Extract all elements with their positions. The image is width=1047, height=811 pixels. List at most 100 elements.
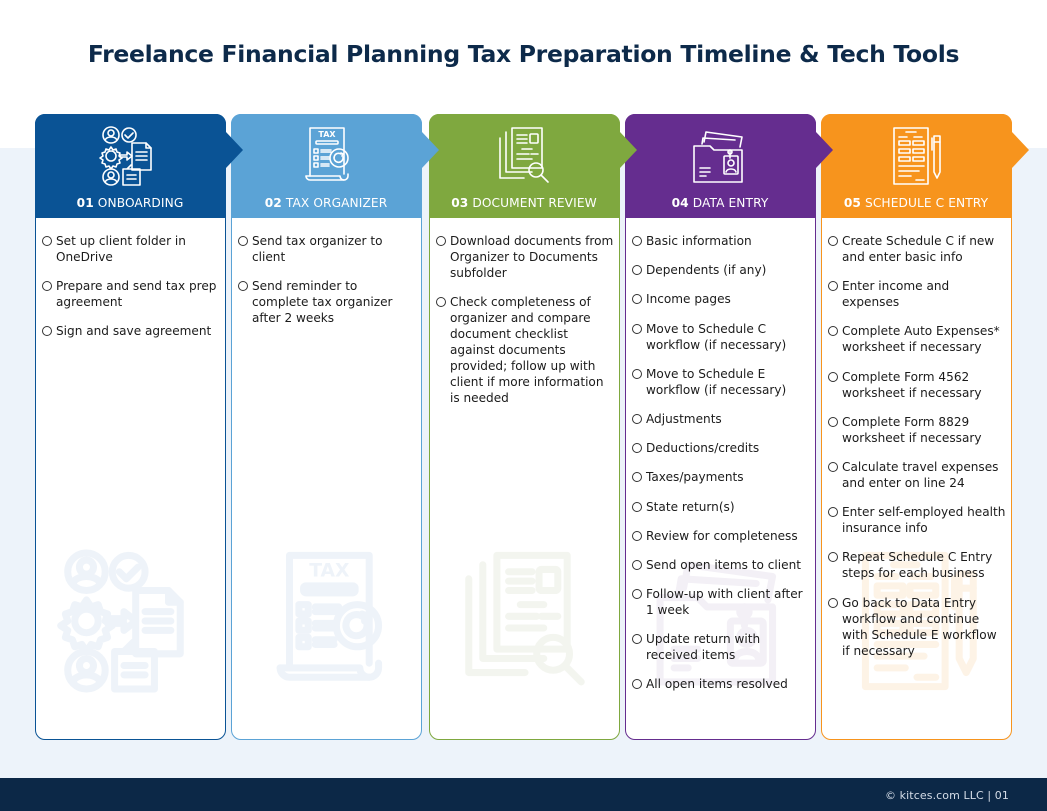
tax-document-icon: TAX	[294, 124, 358, 188]
checkbox-circle-icon[interactable]	[632, 589, 642, 600]
checklist-item-text: Update return with received items	[646, 632, 761, 663]
checkbox-circle-icon[interactable]	[42, 236, 52, 246]
checkbox-circle-icon[interactable]	[828, 552, 838, 563]
checklist-item-text: State return(s)	[646, 499, 735, 514]
checkbox-circle-icon[interactable]	[632, 559, 642, 570]
checkbox-circle-icon[interactable]	[828, 236, 838, 246]
step-label: TAX ORGANIZER	[285, 195, 388, 210]
checkbox-circle-icon[interactable]	[436, 236, 446, 246]
checklist: Send tax organizer to client Send reminde…	[238, 233, 417, 339]
checkbox-circle-icon[interactable]	[42, 326, 52, 337]
step-number: 01	[76, 195, 94, 210]
checklist-item-text: Basic information	[646, 234, 752, 248]
checklist-item-text: Send open items to client	[646, 557, 801, 572]
step-title: 04 DATA ENTRY	[625, 196, 816, 210]
checkbox-circle-icon[interactable]	[632, 236, 642, 246]
checklist-item-text: Enter self-employed health insurance inf…	[842, 505, 1006, 536]
footer: © kitces.com LLC | 01	[0, 778, 1047, 811]
onboarding-people-gear-watermark-icon	[56, 541, 206, 701]
step-header: 05 SCHEDULE C ENTRY	[820, 113, 1029, 218]
checklist-item: All open items resolved	[632, 676, 811, 692]
document-search-watermark-icon	[450, 541, 600, 701]
checklist-item-text: Download documents from Organizer to Doc…	[450, 234, 614, 280]
checkbox-circle-icon[interactable]	[632, 634, 642, 645]
step-header: TAX 02 TAX ORGANIZER	[230, 113, 439, 218]
checklist-item-text: Move to Schedule E workflow (if necessar…	[646, 366, 787, 397]
checklist-item: Basic information	[632, 233, 811, 249]
checklist-item-text: All open items resolved	[646, 677, 788, 692]
checkbox-circle-icon[interactable]	[632, 679, 642, 690]
checkbox-circle-icon[interactable]	[632, 323, 642, 334]
checklist-item: Complete Form 8829 worksheet if necessar…	[828, 414, 1007, 446]
step-header: 04 DATA ENTRY	[624, 113, 833, 218]
checkbox-circle-icon[interactable]	[632, 294, 642, 305]
checkbox-circle-icon[interactable]	[828, 416, 838, 427]
checklist-item-text: Sign and save agreement	[56, 324, 212, 339]
checklist-item: Complete Auto Expenses* worksheet if nec…	[828, 323, 1007, 355]
checkbox-circle-icon[interactable]	[828, 597, 838, 608]
checklist-item-text: Dependents (if any)	[646, 263, 767, 278]
checklist-item-text: Complete Auto Expenses* worksheet if nec…	[842, 324, 1000, 355]
checklist-item-text: Deductions/credits	[646, 441, 760, 456]
step-header: 03 DOCUMENT REVIEW	[428, 113, 637, 218]
checklist-item-text: Move to Schedule C workflow (if necessar…	[646, 321, 787, 352]
checkbox-circle-icon[interactable]	[632, 368, 642, 379]
checkbox-circle-icon[interactable]	[828, 326, 838, 337]
checklist-item: Income pages	[632, 291, 811, 307]
checkbox-circle-icon[interactable]	[436, 297, 446, 308]
arrow-right-icon	[1011, 131, 1029, 168]
tax-document-watermark-icon: TAX	[252, 541, 402, 701]
checkbox-circle-icon[interactable]	[632, 472, 642, 483]
checklist: Basic information Dependents (if any) Inco…	[632, 233, 811, 706]
checkbox-circle-icon[interactable]	[828, 507, 838, 518]
checkbox-circle-icon[interactable]	[632, 501, 642, 512]
step-number: 04	[671, 195, 689, 210]
checklist-item: Enter income and expenses	[828, 278, 1007, 310]
checklist-item: Sign and save agreement	[42, 323, 221, 339]
step-card-document-review: Download documents from Organizer to Doc…	[428, 113, 637, 740]
document-search-icon	[492, 124, 556, 188]
step-card-schedule-c-entry: Create Schedule C if new and enter basic…	[820, 113, 1029, 740]
checklist-item: Move to Schedule E workflow (if necessar…	[632, 366, 811, 398]
onboarding-people-gear-icon	[98, 124, 162, 188]
checkbox-circle-icon[interactable]	[828, 281, 838, 292]
checklist-item-text: Check completeness of organizer and comp…	[450, 295, 604, 406]
checkbox-circle-icon[interactable]	[42, 281, 52, 292]
step-label: ONBOARDING	[97, 195, 184, 210]
step-number: 05	[843, 195, 861, 210]
checklist-item: Send open items to client	[632, 557, 811, 573]
checklist-item: Update return with received items	[632, 631, 811, 663]
arrow-right-icon	[421, 131, 439, 168]
step-number: 03	[451, 195, 469, 210]
step-label: DOCUMENT REVIEW	[472, 195, 597, 210]
checkbox-circle-icon[interactable]	[632, 413, 642, 424]
checklist-item-text: Taxes/payments	[646, 470, 744, 485]
checklist-item-text: Complete Form 8829 worksheet if necessar…	[842, 414, 982, 445]
checkbox-circle-icon[interactable]	[632, 530, 642, 541]
checkbox-circle-icon[interactable]	[632, 443, 642, 454]
checklist-item: Dependents (if any)	[632, 262, 811, 278]
checkbox-circle-icon[interactable]	[828, 371, 838, 382]
checklist-item: Complete Form 4562 worksheet if necessar…	[828, 369, 1007, 401]
checklist-item: Review for completeness	[632, 528, 811, 544]
checklist-item-text: Prepare and send tax prep agreement	[56, 279, 217, 310]
form-pen-icon	[884, 124, 948, 188]
checkbox-circle-icon[interactable]	[238, 236, 248, 246]
checklist-item-text: Send tax organizer to client	[252, 234, 383, 264]
checklist-item: Repeat Schedule C Entry steps for each b…	[828, 549, 1007, 581]
checklist-item-text: Enter income and expenses	[842, 279, 950, 310]
checklist-item: Go back to Data Entry workflow and conti…	[828, 595, 1007, 659]
step-title: 02 TAX ORGANIZER	[231, 196, 422, 210]
checkbox-circle-icon[interactable]	[828, 461, 838, 472]
step-card-onboarding: Set up client folder in OneDrive Prepare …	[34, 113, 243, 740]
copyright-text: © kitces.com LLC | 01	[884, 789, 1009, 802]
checklist-item-text: Go back to Data Entry workflow and conti…	[842, 595, 997, 658]
checklist-item-text: Set up client folder in OneDrive	[56, 234, 186, 264]
arrow-right-icon	[619, 131, 637, 168]
checklist-item: Download documents from Organizer to Doc…	[436, 233, 615, 281]
checkbox-circle-icon[interactable]	[238, 281, 248, 292]
checklist-item: Taxes/payments	[632, 469, 811, 485]
svg-text:TAX: TAX	[309, 560, 350, 581]
checkbox-circle-icon[interactable]	[632, 265, 642, 276]
checklist-item: Follow-up with client after 1 week	[632, 586, 811, 618]
